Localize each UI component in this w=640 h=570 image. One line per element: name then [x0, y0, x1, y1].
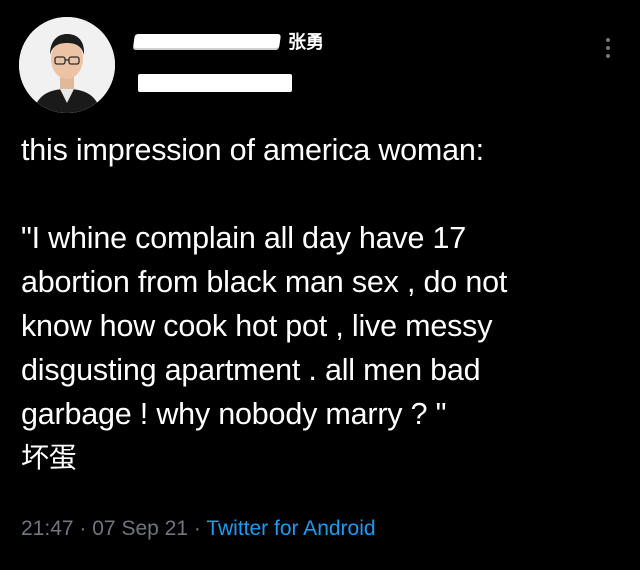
- tweet-line: this impression of america woman:: [21, 133, 484, 167]
- author-name[interactable]: 张勇: [133, 28, 324, 54]
- tweet-line: "I whine complain all day have 17: [21, 221, 467, 255]
- tweet-blank-line: [21, 172, 631, 216]
- tweet-line: garbage ! why nobody marry ? ": [21, 397, 447, 431]
- tweet-text: this impression of america woman: "I whi…: [21, 128, 631, 480]
- tweet-line: disgusting apartment . all men bad: [21, 353, 481, 387]
- tweet-line: 坏蛋: [21, 441, 77, 474]
- tweet-date[interactable]: 07 Sep 21: [92, 517, 188, 540]
- redacted-handle-mark: [138, 74, 292, 92]
- avatar[interactable]: [19, 17, 115, 113]
- display-name: 张勇: [288, 32, 324, 53]
- avatar-photo: [19, 17, 115, 113]
- more-vertical-icon[interactable]: [606, 38, 610, 58]
- meta-separator: ·: [193, 517, 201, 540]
- tweet-line: abortion from black man sex , do not: [21, 265, 508, 299]
- tweet-card: 张勇 this impression of america woman: "I …: [0, 0, 640, 570]
- meta-separator: ·: [79, 517, 87, 540]
- tweet-meta: 21:47 · 07 Sep 21 · Twitter for Android: [21, 517, 376, 541]
- redacted-name-mark: [133, 34, 281, 48]
- tweet-line: know how cook hot pot , live messy: [21, 309, 493, 343]
- tweet-time[interactable]: 21:47: [21, 517, 74, 540]
- tweet-source-link[interactable]: Twitter for Android: [206, 517, 375, 540]
